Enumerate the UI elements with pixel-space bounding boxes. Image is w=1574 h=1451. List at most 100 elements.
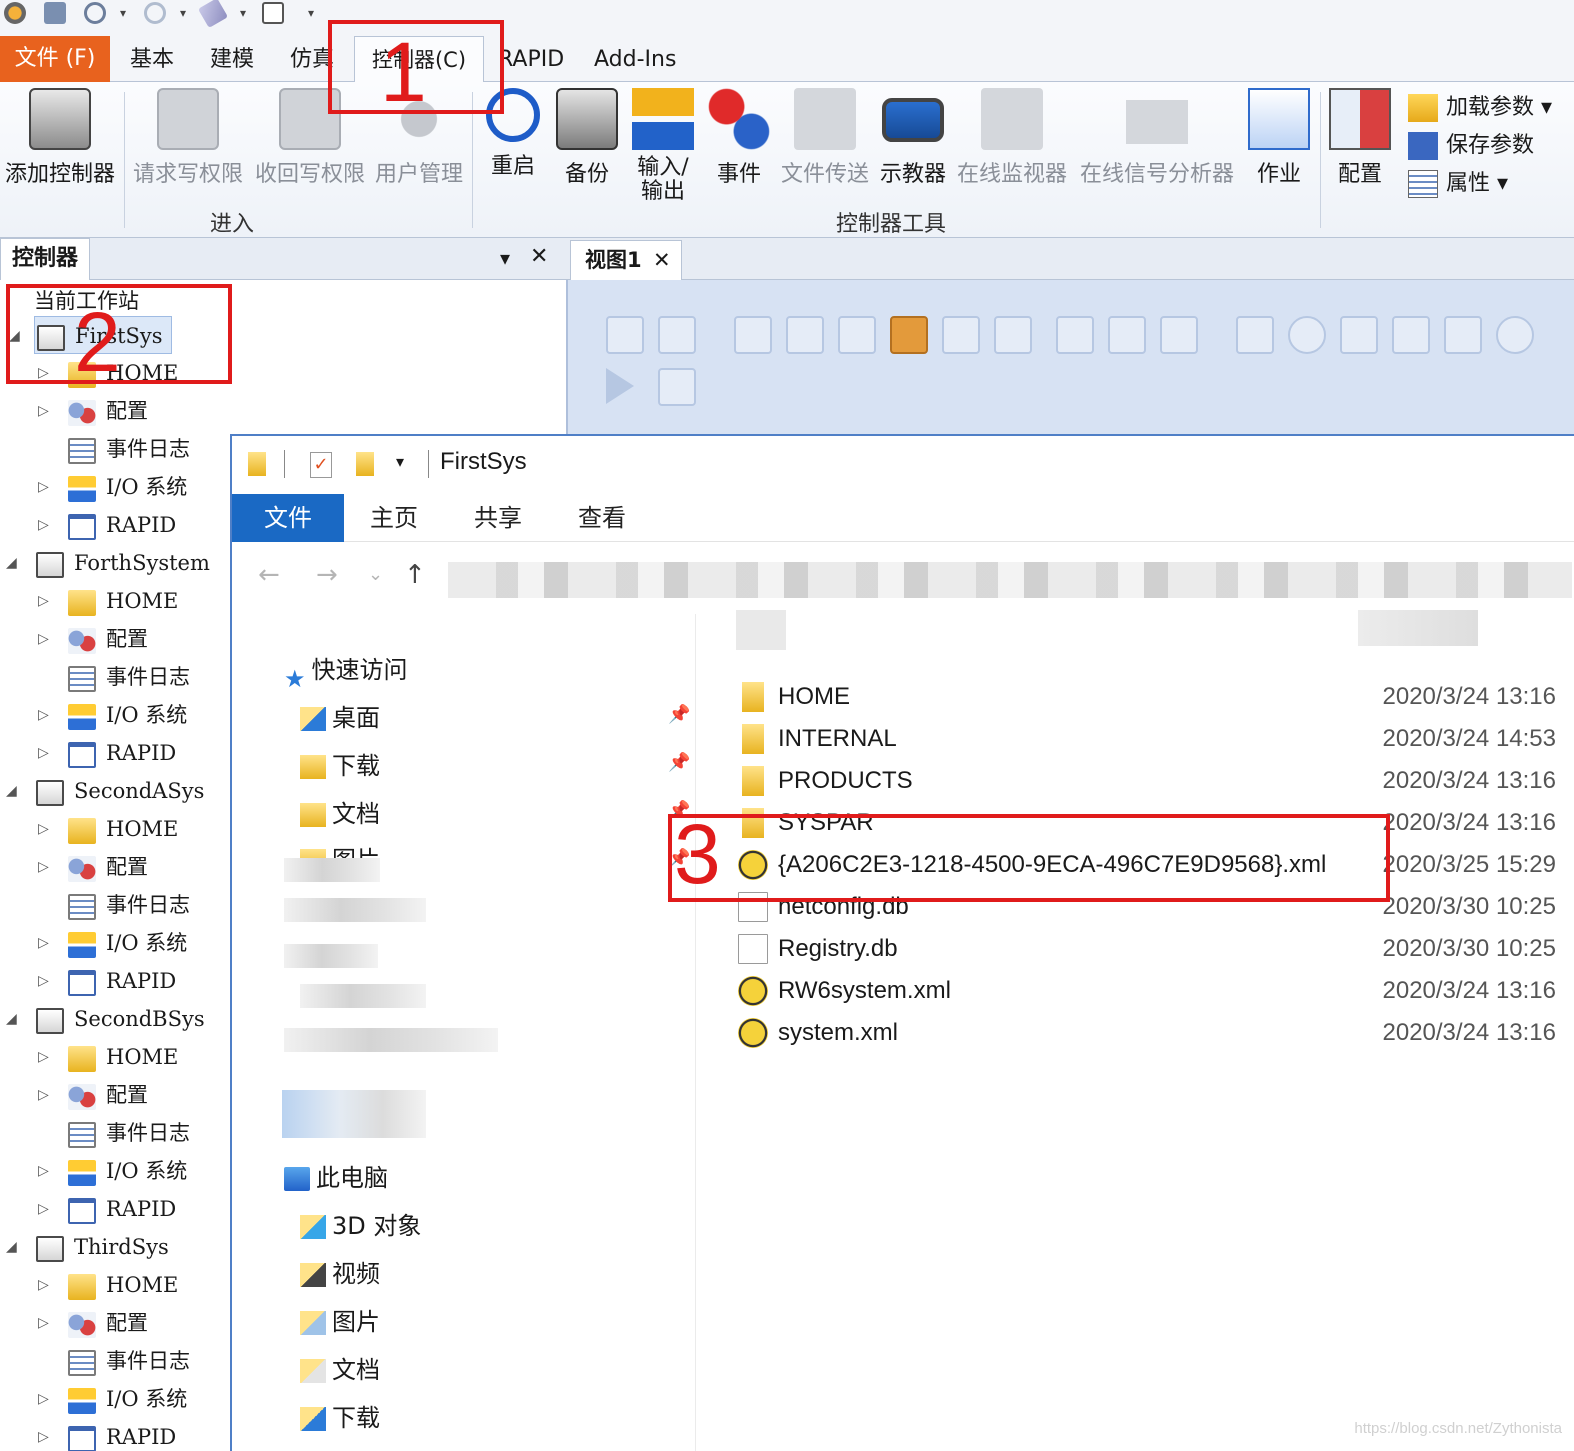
stop-icon[interactable] [658, 368, 696, 406]
tree-item-config[interactable]: ▷ 配置 [38, 1076, 148, 1114]
view-tool-icon[interactable] [1236, 316, 1274, 354]
tree-item-io-system[interactable]: ▷ I/O 系统 [38, 924, 187, 962]
view-tool-icon[interactable] [734, 316, 772, 354]
eraser-icon[interactable] [197, 0, 229, 29]
nav-3d-objects[interactable]: 3D 对象 [300, 1206, 421, 1246]
undo-dropdown-icon[interactable]: ▾ [120, 6, 126, 20]
expand-arrow-icon[interactable]: ▷ [38, 1266, 49, 1304]
add-controller-button[interactable]: 添加控制器 [2, 88, 118, 188]
tree-item-event-log[interactable]: 事件日志 [68, 658, 190, 696]
request-write-access-button[interactable]: 请求写权限 [130, 88, 246, 188]
tab-modeling[interactable]: 建模 [210, 38, 254, 82]
tree-item-rapid[interactable]: ▷ RAPID [38, 1190, 176, 1228]
tree-system[interactable]: ◢ ForthSystem [6, 544, 210, 582]
expand-arrow-icon[interactable]: ▷ [38, 1190, 49, 1228]
expand-arrow-icon[interactable]: ▷ [38, 962, 49, 1000]
collapse-arrow-icon[interactable]: ◢ [6, 772, 17, 810]
expand-arrow-icon[interactable]: ▷ [38, 1418, 49, 1451]
jobs-button[interactable]: 作业 [1244, 88, 1314, 188]
expand-arrow-icon[interactable]: ▷ [38, 392, 49, 430]
expand-arrow-icon[interactable]: ▷ [38, 810, 49, 848]
save-parameters-button[interactable]: 保存参数 [1408, 128, 1534, 164]
file-transfer-button[interactable]: 文件传送 [776, 88, 874, 188]
tree-item-rapid[interactable]: ▷ RAPID [38, 962, 176, 1000]
events-button[interactable]: 事件 [706, 88, 772, 188]
expand-arrow-icon[interactable]: ▷ [38, 506, 49, 544]
view-tool-icon[interactable] [1340, 316, 1378, 354]
nav-documents-pc[interactable]: 文档 [300, 1350, 380, 1390]
close-view-icon[interactable]: ✕ [653, 241, 671, 279]
tree-item-io-system[interactable]: ▷ I/O 系统 [38, 696, 187, 734]
nav-quick-access[interactable]: ★ 快速访问 [284, 650, 408, 693]
expand-arrow-icon[interactable]: ▷ [38, 1076, 49, 1114]
explorer-tab-home[interactable]: 主页 [370, 494, 418, 542]
online-signal-analyzer-button[interactable]: 在线信号分析器 [1074, 88, 1240, 188]
expand-arrow-icon[interactable]: ▷ [38, 1380, 49, 1418]
backup-button[interactable]: 备份 [552, 88, 622, 188]
properties-check-icon[interactable]: ✓ [310, 452, 332, 478]
redo-icon[interactable] [144, 2, 166, 24]
forward-arrow-icon[interactable]: → [316, 560, 338, 590]
tab-view1[interactable]: 视图1 ✕ [570, 240, 682, 280]
expand-arrow-icon[interactable]: ▷ [38, 1304, 49, 1342]
screenshot-icon[interactable] [262, 2, 284, 24]
expand-arrow-icon[interactable]: ▷ [38, 468, 49, 506]
view-tool-icon[interactable] [1108, 316, 1146, 354]
tree-item-config[interactable]: ▷ 配置 [38, 392, 148, 430]
save-icon[interactable] [44, 2, 66, 24]
view-tool-icon[interactable] [786, 316, 824, 354]
tree-item-home[interactable]: ▷ HOME [38, 810, 178, 848]
tree-item-event-log[interactable]: 事件日志 [68, 430, 190, 468]
file-row[interactable]: HOME 2020/3/24 13:16 [738, 676, 1574, 718]
configuration-button[interactable]: 配置 [1324, 88, 1396, 188]
tree-system[interactable]: ◢ SecondBSys [6, 1000, 205, 1038]
expand-arrow-icon[interactable]: ▷ [38, 848, 49, 886]
collapse-arrow-icon[interactable]: ◢ [6, 1000, 17, 1038]
tree-item-event-log[interactable]: 事件日志 [68, 1342, 190, 1380]
tree-item-config[interactable]: ▷ 配置 [38, 1304, 148, 1342]
collapse-arrow-icon[interactable]: ◢ [6, 544, 17, 582]
undo-icon[interactable] [84, 2, 106, 24]
view-tool-icon[interactable] [658, 316, 696, 354]
file-row[interactable]: Registry.db 2020/3/30 10:25 [738, 928, 1574, 970]
new-folder-icon[interactable] [356, 452, 374, 476]
tree-item-rapid[interactable]: ▷ RAPID [38, 734, 176, 772]
expand-arrow-icon[interactable]: ▷ [38, 734, 49, 772]
explorer-tab-file[interactable]: 文件 [232, 494, 344, 542]
file-row[interactable]: INTERNAL 2020/3/24 14:53 [738, 718, 1574, 760]
file-row[interactable]: RW6system.xml 2020/3/24 13:16 [738, 970, 1574, 1012]
properties-button[interactable]: 属性 ▾ [1408, 166, 1508, 202]
nav-downloads-pc[interactable]: 下载 [300, 1398, 380, 1438]
customize-dropdown-icon[interactable]: ▾ [396, 452, 404, 471]
eraser-dropdown-icon[interactable]: ▾ [240, 6, 246, 20]
file-row[interactable]: PRODUCTS 2020/3/24 13:16 [738, 760, 1574, 802]
view-tool-icon[interactable] [1056, 316, 1094, 354]
teach-pendant-button[interactable]: 示教器 [876, 88, 950, 188]
tab-rapid[interactable]: RAPID [498, 38, 564, 82]
tree-item-io-system[interactable]: ▷ I/O 系统 [38, 468, 187, 506]
up-arrow-icon[interactable]: ↑ [404, 560, 426, 590]
address-bar[interactable] [448, 562, 1572, 598]
expand-arrow-icon[interactable]: ▷ [38, 924, 49, 962]
nav-videos[interactable]: 视频 [300, 1254, 380, 1294]
redo-dropdown-icon[interactable]: ▾ [180, 6, 186, 20]
nav-desktop[interactable]: 桌面 [300, 698, 380, 738]
nav-documents[interactable]: 文档 [300, 794, 380, 834]
expand-arrow-icon[interactable]: ▷ [38, 1038, 49, 1076]
explorer-tab-share[interactable]: 共享 [474, 494, 522, 542]
tree-system[interactable]: ◢ ThirdSys [6, 1228, 169, 1266]
view-tool-icon[interactable] [994, 316, 1032, 354]
panel-close-icon[interactable]: ✕ [530, 244, 548, 269]
panel-menu-icon[interactable]: ▾ [500, 246, 510, 270]
tab-basic[interactable]: 基本 [130, 38, 174, 82]
tab-addins[interactable]: Add-Ins [594, 38, 676, 82]
load-parameters-button[interactable]: 加载参数 ▾ [1408, 90, 1552, 126]
file-row[interactable]: system.xml 2020/3/24 13:16 [738, 1012, 1574, 1054]
view-tool-icon[interactable] [1288, 316, 1326, 354]
customize-toolbar-icon[interactable]: ▾ [308, 6, 314, 20]
view-tool-icon[interactable] [1444, 316, 1482, 354]
expand-arrow-icon[interactable]: ▷ [38, 696, 49, 734]
tree-item-home[interactable]: ▷ HOME [38, 1266, 178, 1304]
online-monitor-button[interactable]: 在线监视器 [952, 88, 1072, 188]
tree-item-event-log[interactable]: 事件日志 [68, 1114, 190, 1152]
